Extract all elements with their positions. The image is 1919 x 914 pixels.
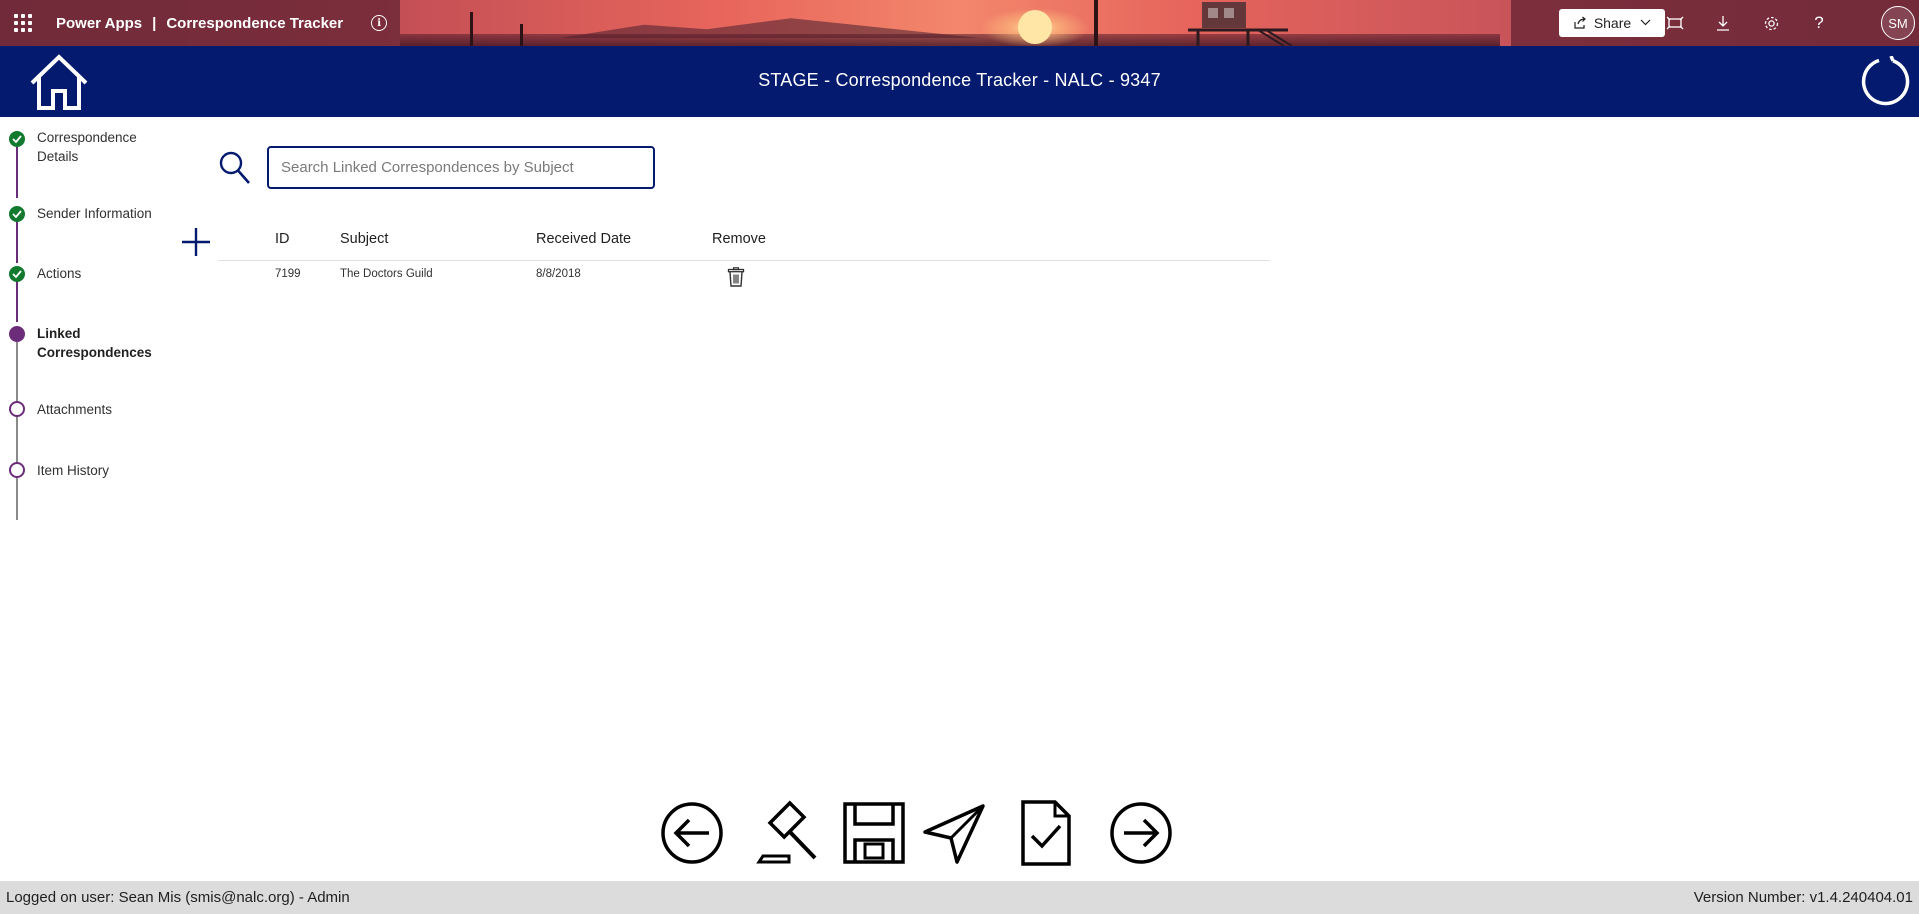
column-header-remove: Remove bbox=[712, 231, 766, 247]
user-avatar[interactable]: SM bbox=[1881, 6, 1915, 40]
powerapps-header: Power Apps | Correspondence Tracker i Sh… bbox=[0, 0, 1919, 46]
background-palm bbox=[470, 12, 473, 46]
step-navigation: Correspondence Details Sender Informatio… bbox=[0, 117, 180, 520]
column-header-subject: Subject bbox=[340, 231, 389, 247]
background-sea bbox=[400, 34, 1500, 46]
document-check-icon[interactable] bbox=[1013, 800, 1079, 866]
app-name: Correspondence Tracker bbox=[166, 14, 344, 32]
arrow-right-circle-icon[interactable] bbox=[1108, 800, 1174, 866]
settings-gear-icon[interactable] bbox=[1760, 12, 1782, 34]
fit-to-window-icon[interactable] bbox=[1664, 12, 1686, 34]
trash-icon[interactable] bbox=[727, 267, 745, 287]
background-sun bbox=[1018, 10, 1052, 44]
cell-received-date: 8/8/2018 bbox=[536, 268, 581, 280]
app-header: STAGE - Correspondence Tracker - NALC - … bbox=[0, 46, 1919, 117]
step-connector bbox=[16, 147, 18, 198]
step-connector bbox=[16, 342, 18, 520]
download-icon[interactable] bbox=[1712, 12, 1734, 34]
step-current-icon bbox=[9, 326, 25, 342]
step-item-history[interactable]: Item History bbox=[37, 461, 167, 480]
refresh-icon[interactable] bbox=[1859, 56, 1911, 108]
send-icon[interactable] bbox=[921, 800, 987, 866]
arrow-left-circle-icon[interactable] bbox=[659, 800, 725, 866]
chevron-down-icon bbox=[1640, 18, 1651, 29]
step-correspondence-details[interactable]: Correspondence Details bbox=[37, 128, 167, 166]
table-header-divider bbox=[218, 260, 1270, 261]
logged-on-user: Logged on user: Sean Mis (smis@nalc.org)… bbox=[6, 889, 350, 906]
version-number: Version Number: v1.4.240404.01 bbox=[1693, 889, 1913, 906]
step-linked-correspondences[interactable]: Linked Correspondences bbox=[37, 324, 167, 362]
app-launcher-icon[interactable] bbox=[0, 0, 46, 46]
powerapps-toolbar: Share ? SM bbox=[1511, 0, 1919, 46]
powerapps-brand[interactable]: Power Apps bbox=[56, 15, 142, 32]
cell-id: 7199 bbox=[275, 268, 301, 280]
powerapps-title-area: Power Apps | Correspondence Tracker i bbox=[0, 0, 400, 46]
add-link-icon[interactable] bbox=[180, 226, 212, 258]
cell-subject: The Doctors Guild bbox=[340, 268, 433, 280]
background-palm bbox=[520, 24, 523, 46]
gavel-icon[interactable] bbox=[755, 800, 821, 866]
step-attachments[interactable]: Attachments bbox=[37, 400, 167, 419]
step-sender-information[interactable]: Sender Information bbox=[37, 204, 167, 223]
step-complete-icon bbox=[9, 266, 25, 282]
step-complete-icon bbox=[9, 131, 25, 147]
share-button[interactable]: Share bbox=[1559, 9, 1665, 37]
save-icon[interactable] bbox=[841, 800, 907, 866]
share-label: Share bbox=[1593, 15, 1632, 31]
background-palm bbox=[1094, 0, 1098, 46]
step-pending-icon bbox=[9, 462, 25, 478]
share-icon bbox=[1574, 16, 1586, 29]
search-input[interactable] bbox=[267, 146, 655, 189]
column-header-received-date: Received Date bbox=[536, 231, 632, 247]
background-lifeguard-tower bbox=[1188, 2, 1293, 46]
column-header-id: ID bbox=[275, 231, 290, 247]
info-icon[interactable]: i bbox=[371, 15, 388, 31]
step-actions[interactable]: Actions bbox=[37, 264, 167, 283]
help-icon[interactable]: ? bbox=[1808, 12, 1830, 34]
status-bar: Logged on user: Sean Mis (smis@nalc.org)… bbox=[0, 881, 1919, 914]
step-complete-icon bbox=[9, 206, 25, 222]
search-icon[interactable] bbox=[218, 150, 252, 186]
step-pending-icon bbox=[9, 401, 25, 417]
page-title: STAGE - Correspondence Tracker - NALC - … bbox=[758, 70, 1161, 90]
title-separator: | bbox=[152, 14, 157, 32]
